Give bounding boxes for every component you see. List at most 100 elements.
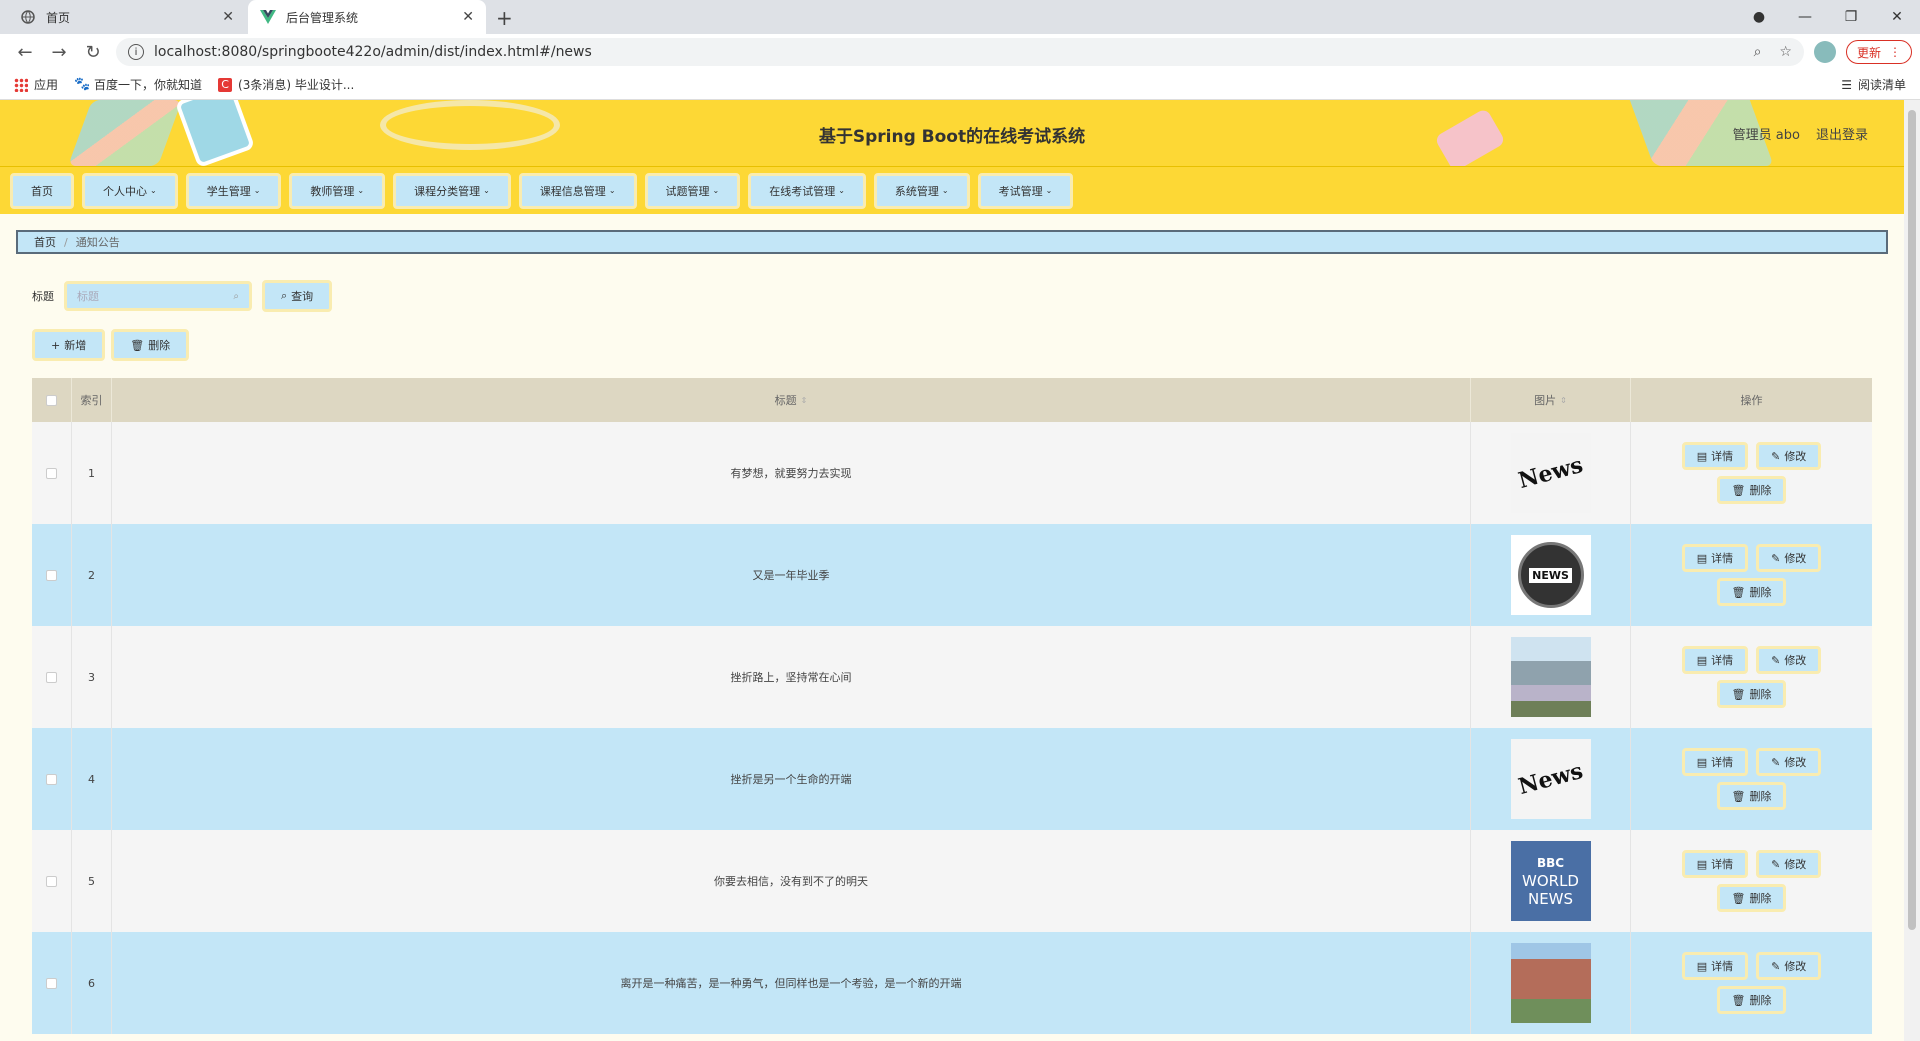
detail-button[interactable]: ▤ 详情: [1681, 544, 1749, 572]
row-image-cell: BBC WORLD NEWS: [1471, 830, 1631, 932]
reload-icon[interactable]: ↻: [76, 42, 110, 63]
page-scrollbar[interactable]: [1904, 100, 1920, 1041]
breadcrumb-home[interactable]: 首页: [34, 234, 56, 250]
menu-item[interactable]: 系统管理 ⌄: [873, 172, 970, 209]
breadcrumb-separator: /: [64, 235, 68, 249]
row-index: 6: [72, 932, 112, 1034]
update-button[interactable]: 更新 ⋮: [1845, 40, 1912, 64]
reading-list-label: 阅读清单: [1857, 78, 1906, 92]
scrollbar-thumb[interactable]: [1908, 110, 1916, 930]
window-close-icon[interactable]: ✕: [1874, 0, 1920, 34]
table-row[interactable]: 4 挫折是另一个生命的开端 News ▤ 详情 ✎ 修改 🗑 删除: [32, 728, 1872, 830]
sort-icon[interactable]: ⇕: [801, 396, 808, 405]
close-icon[interactable]: ✕: [462, 9, 474, 25]
detail-button[interactable]: ▤ 详情: [1681, 952, 1749, 980]
edit-button[interactable]: ✎ 修改: [1756, 544, 1822, 572]
delete-button[interactable]: 🗑 删除: [1716, 578, 1787, 606]
row-title: 挫折是另一个生命的开端: [112, 728, 1471, 830]
delete-button[interactable]: 🗑 删除: [1716, 782, 1787, 810]
back-icon[interactable]: ←: [8, 42, 42, 63]
close-icon[interactable]: ✕: [222, 9, 234, 25]
detail-button[interactable]: ▤ 详情: [1681, 646, 1749, 674]
browser-tab-home[interactable]: 首页 ✕: [8, 0, 246, 34]
row-image-cell: NEWS: [1471, 524, 1631, 626]
edit-button[interactable]: ✎ 修改: [1756, 850, 1822, 878]
logout-link[interactable]: 退出登录: [1816, 124, 1868, 143]
menu-item[interactable]: 教师管理 ⌄: [289, 172, 386, 209]
news-thumbnail[interactable]: NEWS: [1510, 535, 1591, 615]
menu-item[interactable]: 试题管理 ⌄: [644, 172, 741, 209]
query-button[interactable]: ⌕ 查询: [262, 280, 333, 312]
news-thumbnail[interactable]: [1510, 943, 1591, 1023]
table-row[interactable]: 5 你要去相信，没有到不了的明天 BBC WORLD NEWS ▤ 详情 ✎ 修改 🗑 删除: [32, 830, 1872, 932]
add-button[interactable]: + 新增: [32, 329, 106, 361]
zoom-icon[interactable]: ⌕: [1754, 44, 1762, 60]
detail-button[interactable]: ▤ 详情: [1681, 748, 1749, 776]
news-thumbnail[interactable]: News: [1510, 739, 1591, 819]
news-table: 索引 标题 ⇕ 图片 ⇕ 操作 1 有梦想，就要努力去实现 News ▤ 详情 ✎ 修改 🗑 删…: [32, 378, 1872, 1034]
info-icon[interactable]: i: [128, 44, 144, 60]
table-row[interactable]: 1 有梦想，就要努力去实现 News ▤ 详情 ✎ 修改 🗑 删除: [32, 422, 1872, 524]
column-image-label: 图片: [1534, 394, 1557, 407]
menu-item-label: 课程分类管理: [414, 184, 481, 198]
new-tab-icon[interactable]: +: [496, 6, 513, 30]
edit-button[interactable]: ✎ 修改: [1756, 646, 1822, 674]
delete-label: 删除: [1749, 892, 1772, 905]
row-checkbox[interactable]: [32, 830, 72, 932]
delete-button[interactable]: 🗑 删除: [1716, 476, 1787, 504]
row-index: 3: [72, 626, 112, 728]
browser-toolbar: ← → ↻ i localhost:8080/springboote422o/a…: [0, 34, 1920, 70]
title-search-input[interactable]: 标题 ⌕: [64, 281, 252, 311]
profile-dropdown-icon[interactable]: ●: [1736, 0, 1782, 34]
edit-icon: ✎: [1771, 653, 1781, 667]
detail-button[interactable]: ▤ 详情: [1681, 850, 1749, 878]
delete-button[interactable]: 🗑 删除: [1716, 884, 1787, 912]
edit-button[interactable]: ✎ 修改: [1756, 952, 1822, 980]
row-checkbox[interactable]: [32, 626, 72, 728]
menu-item[interactable]: 课程信息管理 ⌄: [518, 172, 637, 209]
batch-delete-button[interactable]: 🗑 删除: [111, 329, 190, 361]
edit-icon: ✎: [1771, 959, 1781, 973]
detail-button[interactable]: ▤ 详情: [1681, 442, 1749, 470]
restore-icon[interactable]: ❐: [1828, 0, 1874, 34]
edit-button[interactable]: ✎ 修改: [1756, 748, 1822, 776]
column-image[interactable]: 图片 ⇕: [1471, 378, 1631, 422]
menu-item[interactable]: 个人中心 ⌄: [82, 172, 178, 209]
minimize-icon[interactable]: —: [1782, 0, 1828, 34]
menu-item[interactable]: 首页: [10, 172, 74, 209]
row-image-cell: [1471, 932, 1631, 1034]
forward-icon[interactable]: →: [42, 42, 76, 63]
row-checkbox[interactable]: [32, 524, 72, 626]
edit-button[interactable]: ✎ 修改: [1756, 442, 1822, 470]
menu-item[interactable]: 在线考试管理 ⌄: [748, 172, 866, 209]
address-bar[interactable]: i localhost:8080/springboote422o/admin/d…: [116, 38, 1804, 66]
news-thumbnail[interactable]: BBC WORLD NEWS: [1510, 841, 1591, 921]
bookmark-baidu[interactable]: 🐾 百度一下，你就知道: [74, 76, 202, 93]
select-all-checkbox[interactable]: [32, 378, 72, 422]
table-row[interactable]: 3 挫折路上，坚持常在心间 ▤ 详情 ✎ 修改 🗑 删除: [32, 626, 1872, 728]
menu-item[interactable]: 考试管理 ⌄: [977, 172, 1074, 209]
reading-list[interactable]: ☰ 阅读清单: [1841, 76, 1906, 93]
menu-item[interactable]: 课程分类管理 ⌄: [393, 172, 511, 209]
row-checkbox[interactable]: [32, 932, 72, 1034]
menu-item[interactable]: 学生管理 ⌄: [185, 172, 282, 209]
table-row[interactable]: 2 又是一年毕业季 NEWS ▤ 详情 ✎ 修改 🗑 删除: [32, 524, 1872, 626]
edit-label: 修改: [1784, 858, 1807, 871]
bookmark-csdn[interactable]: C (3条消息) 毕业设计...: [218, 76, 354, 93]
row-checkbox[interactable]: [32, 422, 72, 524]
avatar[interactable]: [1813, 41, 1836, 63]
bookmark-apps[interactable]: 应用: [14, 76, 58, 93]
tab-strip: 首页 ✕ 后台管理系统 ✕ + ● — ❐ ✕: [0, 0, 1920, 34]
table-row[interactable]: 6 离开是一种痛苦，是一种勇气，但同样也是一个考验，是一个新的开端 ▤ 详情 ✎ 修改 🗑 删…: [32, 932, 1872, 1034]
column-title[interactable]: 标题 ⇕: [112, 378, 1471, 422]
news-thumbnail[interactable]: [1510, 637, 1591, 717]
news-thumbnail[interactable]: News: [1510, 433, 1591, 513]
delete-button[interactable]: 🗑 删除: [1716, 986, 1787, 1014]
delete-button[interactable]: 🗑 删除: [1716, 680, 1787, 708]
detail-label: 详情: [1711, 960, 1734, 973]
row-checkbox[interactable]: [32, 728, 72, 830]
browser-tab-admin[interactable]: 后台管理系统 ✕: [248, 0, 486, 34]
reading-list-icon: ☰: [1841, 77, 1852, 92]
star-icon[interactable]: ☆: [1779, 44, 1792, 60]
sort-icon[interactable]: ⇕: [1560, 396, 1567, 405]
